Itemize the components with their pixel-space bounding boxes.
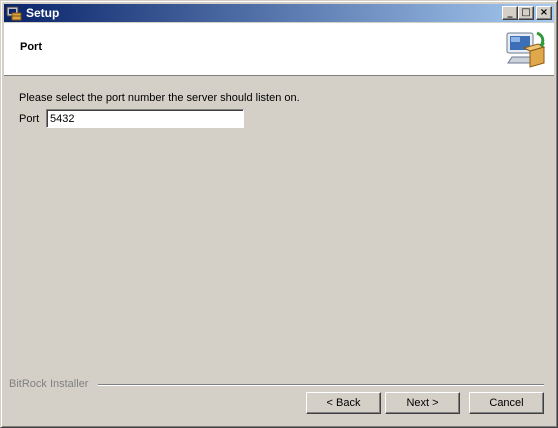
window-controls: _ □ ×	[502, 6, 552, 20]
cancel-button[interactable]: Cancel	[469, 392, 544, 414]
page-title: Port	[20, 41, 42, 53]
setup-app-icon	[6, 6, 22, 21]
back-button[interactable]: < Back	[306, 392, 381, 414]
installer-brand: BitRock Installer	[9, 378, 89, 390]
window-title: Setup	[26, 6, 60, 20]
minimize-button[interactable]: _	[502, 6, 518, 20]
title-bar[interactable]: Setup _ □ ×	[4, 4, 554, 22]
page-header: Port	[4, 23, 554, 76]
maximize-button[interactable]: □	[518, 6, 534, 20]
next-button[interactable]: Next >	[385, 392, 460, 414]
port-row: Port	[19, 109, 244, 128]
port-input[interactable]	[46, 109, 244, 128]
close-button[interactable]: ×	[536, 6, 552, 20]
port-instruction: Please select the port number the server…	[19, 92, 300, 104]
footer-divider	[98, 384, 544, 386]
setup-window: Setup _ □ × Port Please select the port …	[0, 0, 558, 428]
port-content: Please select the port number the server…	[19, 92, 300, 128]
port-label: Port	[19, 112, 40, 125]
computer-package-icon	[506, 31, 546, 68]
